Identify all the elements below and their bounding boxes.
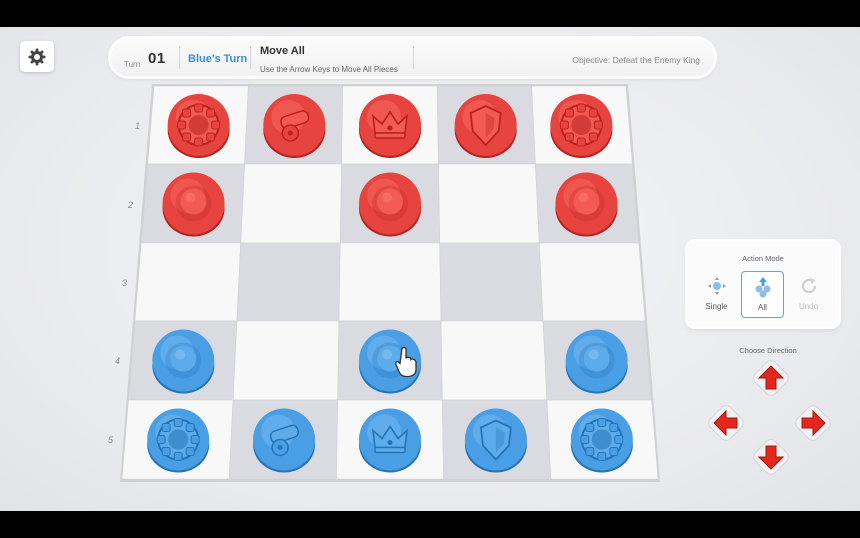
board-cell[interactable] bbox=[440, 320, 548, 401]
board-cell[interactable] bbox=[236, 242, 341, 322]
red-pawn-piece[interactable] bbox=[555, 172, 618, 237]
red-tower-piece[interactable] bbox=[167, 94, 230, 158]
undo-label: Undo bbox=[798, 302, 819, 311]
blue-shield-piece[interactable] bbox=[464, 408, 527, 473]
arrow-up-button[interactable] bbox=[751, 358, 791, 398]
pawn-icon bbox=[175, 185, 212, 222]
pawn-icon bbox=[372, 185, 408, 222]
row-label-5: 5 bbox=[108, 435, 114, 445]
all-mode-label: All bbox=[758, 303, 767, 312]
action-mode-panel: Action Mode Single All Undo bbox=[687, 241, 839, 327]
tower-icon bbox=[580, 418, 624, 461]
blue-tower-piece[interactable] bbox=[147, 408, 210, 473]
row-label-3: 3 bbox=[122, 278, 128, 288]
undo-button[interactable]: Undo bbox=[788, 271, 829, 316]
board-cell[interactable] bbox=[439, 242, 544, 322]
arrow-left-icon bbox=[708, 405, 744, 441]
blue-cannon-piece[interactable] bbox=[253, 408, 316, 473]
game-scene: Turn 01 Blue's Turn Move All Use the Arr… bbox=[0, 27, 860, 511]
board-cell[interactable] bbox=[338, 242, 442, 322]
board-cell[interactable] bbox=[232, 320, 340, 401]
blue-pawn-piece[interactable] bbox=[565, 329, 628, 394]
red-cannon-piece[interactable] bbox=[263, 94, 326, 158]
blue-pawn-piece[interactable] bbox=[152, 329, 215, 394]
tower-icon bbox=[156, 418, 200, 461]
row-label-1: 1 bbox=[135, 121, 141, 131]
tower-icon bbox=[559, 103, 603, 147]
all-move-icon bbox=[755, 277, 771, 298]
letterbox-top bbox=[0, 0, 860, 27]
red-pawn-piece[interactable] bbox=[162, 172, 225, 237]
board-cell[interactable] bbox=[134, 242, 242, 322]
single-move-icon bbox=[708, 277, 726, 295]
row-label-2: 2 bbox=[128, 200, 134, 210]
row-label-4: 4 bbox=[115, 356, 121, 366]
all-mode-button[interactable]: All bbox=[741, 271, 784, 318]
single-mode-label: Single bbox=[705, 302, 728, 311]
arrow-up-icon bbox=[753, 360, 789, 396]
red-king-piece[interactable] bbox=[359, 94, 421, 158]
letterbox-bottom bbox=[0, 511, 860, 538]
blue-tower-piece[interactable] bbox=[570, 408, 633, 473]
arrow-left-button[interactable] bbox=[706, 403, 746, 443]
red-shield-piece[interactable] bbox=[454, 94, 517, 158]
red-pawn-piece[interactable] bbox=[359, 172, 421, 237]
arrow-right-icon bbox=[795, 405, 831, 441]
arrow-right-button[interactable] bbox=[793, 403, 833, 443]
blue-king-piece[interactable] bbox=[359, 408, 421, 473]
board-cell[interactable] bbox=[538, 242, 646, 322]
single-mode-button[interactable]: Single bbox=[696, 271, 737, 316]
action-mode-title: Action Mode bbox=[742, 254, 784, 263]
tower-icon bbox=[177, 103, 221, 147]
pawn-icon bbox=[578, 342, 615, 379]
pawn-icon bbox=[568, 185, 605, 222]
arrow-down-icon bbox=[753, 439, 789, 475]
board-cell[interactable] bbox=[438, 163, 540, 244]
red-tower-piece[interactable] bbox=[550, 94, 613, 158]
undo-icon bbox=[801, 278, 817, 294]
choose-direction-title: Choose Direction bbox=[739, 346, 797, 355]
pawn-icon bbox=[165, 342, 202, 379]
board-cell[interactable] bbox=[240, 163, 342, 244]
arrow-down-button[interactable] bbox=[751, 437, 791, 477]
